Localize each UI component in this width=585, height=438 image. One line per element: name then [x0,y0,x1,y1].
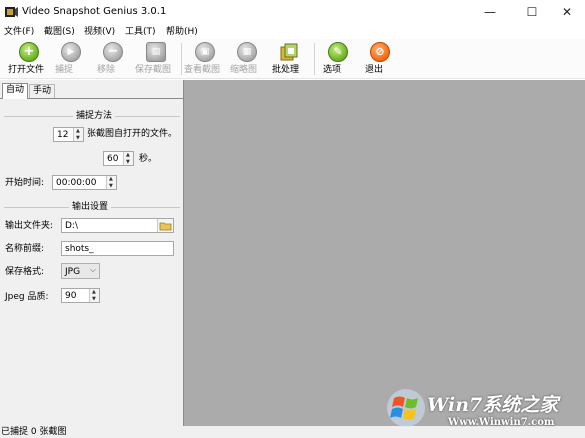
menu-video[interactable]: 视频(V) [84,26,115,38]
save-format-label: 保存格式: [5,267,45,277]
output-folder-label: 输出文件夹: [5,221,54,231]
exit-icon: ⊘ [370,42,390,62]
menu-bar: 文件(F) 截图(S) 视频(V) 工具(T) 帮助(H) [0,24,585,39]
batch-icon [280,43,298,61]
capture-method-heading: 捕捉方法 [73,110,116,122]
interval-stepper[interactable]: 60 ▲ ▼ [103,151,134,166]
spin-arrows[interactable]: ▲ ▼ [106,176,116,189]
watermark-title: Win7系统之家 [427,394,559,416]
remove-button[interactable]: − 移除 [97,41,129,77]
start-time-field[interactable]: 00:00:00 ▲ ▼ [52,175,117,190]
title-bar: Video Snapshot Genius 3.0.1 — ☐ ✕ [0,0,585,24]
minus-icon: − [103,42,123,62]
status-text: 已捕捉 0 张截图 [1,427,67,437]
window-title: Video Snapshot Genius 3.0.1 [22,6,167,17]
options-button[interactable]: ✎ 选项 [323,41,353,77]
start-time-label: 开始时间: [5,178,45,188]
menu-tools[interactable]: 工具(T) [125,26,156,38]
name-prefix-field[interactable]: shots_ [61,241,174,256]
save-icon: ▤ [146,42,166,62]
output-settings-heading: 输出设置 [69,201,112,213]
play-icon: ▶ [61,42,81,62]
folder-icon [159,222,172,231]
watermark-url: Www.Winwin7.com [448,417,555,428]
menu-help[interactable]: 帮助(H) [166,26,198,38]
save-snapshot-button[interactable]: ▤ 保存截图 [135,41,177,77]
spin-arrows[interactable]: ▲ ▼ [123,152,133,165]
snapshot-count-label: 张截图自打开的文件。 [87,129,178,139]
wrench-icon: ✎ [328,42,348,62]
snapshot-count-stepper[interactable]: 12 ▲ ▼ [53,127,84,142]
chevron-down-icon: ⌵ [89,265,96,274]
menu-snapshot[interactable]: 截图(S) [44,26,75,38]
tab-auto[interactable]: 自动 [2,83,29,99]
interval-unit-label: 秒。 [139,154,158,164]
view-icon: ▣ [195,42,215,62]
tab-manual[interactable]: 手动 [29,84,56,98]
exit-button[interactable]: ⊘ 退出 [365,41,395,77]
app-icon [5,7,18,17]
watermark: Win7系统之家 Www.Winwin7.com [383,385,585,438]
toolbar-separator [181,43,182,75]
save-format-select[interactable]: JPG ⌵ [61,263,100,279]
open-file-button[interactable]: + 打开文件 [8,41,50,77]
thumbnail-button[interactable]: ▦ 缩略图 [230,41,264,77]
windows-logo-icon [387,389,425,427]
thumbnail-icon: ▦ [237,42,257,62]
spin-arrows[interactable]: ▲ ▼ [73,128,83,141]
minimize-button[interactable]: — [471,0,509,24]
jpeg-quality-label: Jpeg 品质: [5,292,49,302]
toolbar: + 打开文件 ▶ 捕捉 − 移除 ▤ 保存截图 ▣ 查看截图 ▦ 缩略图 批处理… [0,39,585,79]
name-prefix-label: 名称前缀: [5,244,45,254]
output-folder-field[interactable]: D:\ [61,218,174,233]
plus-icon: + [19,42,39,62]
preview-area[interactable] [183,80,585,426]
close-button[interactable]: ✕ [548,0,585,24]
jpeg-quality-stepper[interactable]: 90 ▲ ▼ [61,288,100,303]
menu-file[interactable]: 文件(F) [4,26,34,38]
capture-button[interactable]: ▶ 捕捉 [55,41,87,77]
toolbar-separator [314,43,315,75]
folder-browse-button[interactable] [157,219,173,232]
maximize-button[interactable]: ☐ [513,0,551,24]
spin-arrows[interactable]: ▲ ▼ [89,289,99,302]
view-snapshot-button[interactable]: ▣ 查看截图 [184,41,226,77]
batch-button[interactable]: 批处理 [272,41,306,77]
